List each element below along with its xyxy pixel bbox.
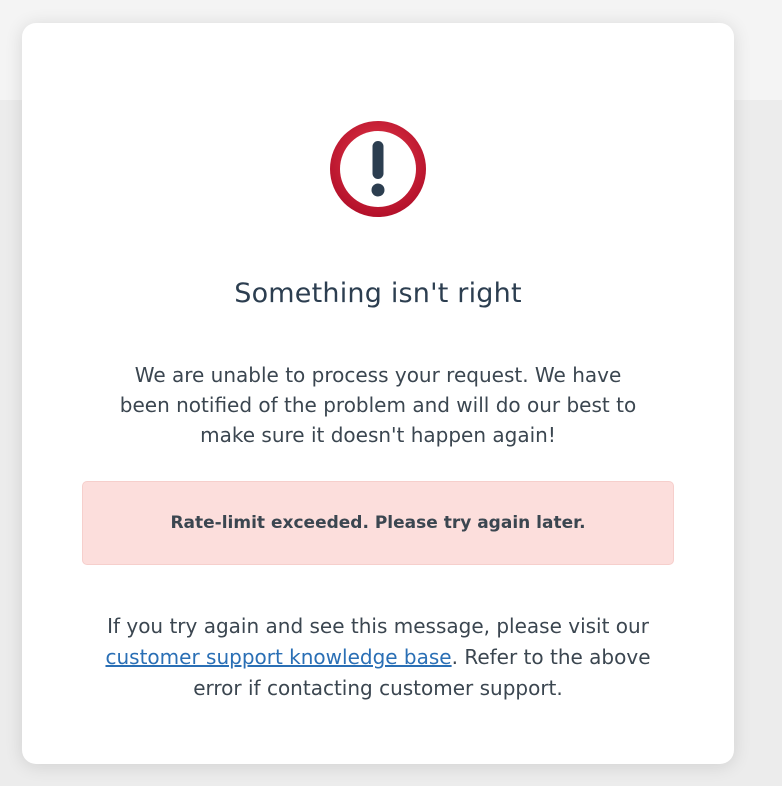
exclamation-circle-icon	[328, 119, 428, 219]
dialog-title: Something isn't right	[234, 278, 522, 309]
customer-support-link[interactable]: customer support knowledge base	[105, 645, 451, 669]
support-text-before-link: If you try again and see this message, p…	[107, 614, 649, 638]
error-message-box: Rate-limit exceeded. Please try again la…	[82, 481, 674, 565]
error-dialog: Something isn't right We are unable to p…	[22, 23, 734, 764]
support-instructions: If you try again and see this message, p…	[98, 611, 658, 704]
dialog-description: We are unable to process your request. W…	[119, 363, 637, 447]
error-message-text: Rate-limit exceeded. Please try again la…	[170, 513, 586, 533]
